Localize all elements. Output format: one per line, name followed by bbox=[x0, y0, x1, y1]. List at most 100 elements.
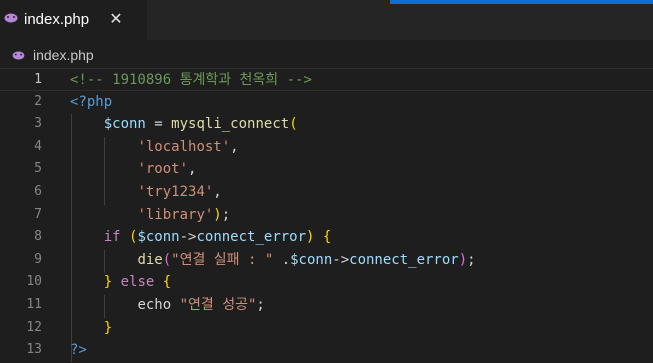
code-text: <!-- 1910896 통계학과 천옥희 --> bbox=[70, 69, 312, 92]
code-token: ) bbox=[458, 251, 468, 268]
code-line[interactable]: 5 'root', bbox=[0, 158, 653, 181]
line-number: 9 bbox=[34, 251, 42, 267]
code-token: } bbox=[103, 274, 113, 291]
code-token: <!-- 1910896 통계학과 천옥희 --> bbox=[70, 72, 312, 88]
code-token: } bbox=[103, 319, 113, 336]
code-token: echo bbox=[137, 297, 172, 313]
line-number: 11 bbox=[26, 297, 42, 312]
code-text: 'library'); bbox=[70, 204, 230, 227]
line-number: 1 bbox=[34, 72, 42, 87]
code-text: die("연결 실패 : " .$conn->connect_error); bbox=[70, 249, 476, 272]
code-token: mysqli_connect bbox=[171, 116, 290, 133]
code-line[interactable]: 12 } bbox=[0, 317, 653, 340]
code-token: 'library' bbox=[137, 206, 214, 223]
line-number: 5 bbox=[34, 161, 42, 177]
line-number: 12 bbox=[26, 319, 42, 335]
line-number: 7 bbox=[34, 206, 42, 222]
code-token: die bbox=[137, 251, 163, 268]
code-token: connect_error bbox=[196, 229, 307, 246]
line-number: 2 bbox=[34, 93, 42, 109]
tab-bar: index.php ✕ bbox=[0, 0, 653, 40]
code-line[interactable]: 9 die("연결 실패 : " .$conn->connect_error); bbox=[0, 249, 653, 272]
code-token: . bbox=[273, 251, 291, 268]
code-text: 'try1234', bbox=[70, 181, 222, 204]
code-text: ?> bbox=[70, 339, 87, 362]
code-token: , bbox=[188, 161, 197, 178]
line-number: 10 bbox=[26, 274, 42, 290]
code-token: connect_error bbox=[349, 251, 459, 268]
close-icon[interactable]: ✕ bbox=[107, 10, 125, 28]
code-token: 'root' bbox=[137, 161, 189, 178]
code-text: 'localhost', bbox=[70, 136, 239, 159]
code-line[interactable]: 4 'localhost', bbox=[0, 136, 653, 159]
code-token: = bbox=[145, 116, 172, 133]
code-text: if ($conn->connect_error) { bbox=[70, 226, 332, 249]
php-elephant-icon bbox=[4, 13, 18, 23]
code-token: $conn bbox=[137, 229, 180, 246]
code-token: <?php bbox=[70, 93, 113, 110]
code-editor[interactable]: 1 <!-- 1910896 통계학과 천옥희 --> 2 <?php 3 $conn … bbox=[0, 68, 653, 363]
code-token: ; bbox=[221, 206, 231, 223]
code-line[interactable]: 7 'library'); bbox=[0, 204, 653, 227]
code-token: ) bbox=[213, 206, 222, 223]
code-token: $conn bbox=[103, 116, 146, 133]
code-token: ( bbox=[162, 251, 172, 268]
code-token: { bbox=[322, 229, 332, 246]
window-accent-bar bbox=[390, 0, 653, 4]
tab-label: index.php bbox=[24, 11, 90, 28]
line-number: 4 bbox=[34, 138, 42, 154]
breadcrumb: index.php bbox=[0, 44, 653, 66]
code-token: , bbox=[213, 184, 222, 200]
code-text: $conn = mysqli_connect( bbox=[70, 113, 298, 136]
line-number: 13 bbox=[26, 342, 42, 358]
code-text: <?php bbox=[70, 91, 112, 114]
code-line[interactable]: 1 <!-- 1910896 통계학과 천옥희 --> bbox=[0, 68, 653, 91]
code-token: -> bbox=[179, 229, 197, 246]
code-token: , bbox=[230, 138, 239, 155]
breadcrumb-file[interactable]: index.php bbox=[33, 47, 94, 63]
code-token: ( bbox=[289, 116, 298, 133]
code-token: "연결 성공" bbox=[179, 297, 257, 313]
code-token: "연결 실패 : " bbox=[171, 251, 274, 268]
code-text: echo "연결 성공"; bbox=[70, 294, 265, 317]
code-text: } bbox=[70, 317, 112, 340]
code-token: 'try1234' bbox=[137, 184, 214, 200]
code-line[interactable]: 8 if ($conn->connect_error) { bbox=[0, 226, 653, 249]
code-token: $conn bbox=[290, 251, 333, 268]
code-token: 'localhost' bbox=[137, 138, 231, 155]
code-line[interactable]: 10 } else { bbox=[0, 271, 653, 294]
line-number: 8 bbox=[34, 229, 42, 245]
code-text: } else { bbox=[70, 271, 171, 294]
tab-index-php[interactable]: index.php ✕ bbox=[0, 0, 147, 40]
code-line[interactable]: 13 ?> bbox=[0, 339, 653, 362]
line-number: 6 bbox=[34, 184, 42, 199]
code-token: else bbox=[120, 274, 155, 291]
code-token: ?> bbox=[70, 342, 87, 359]
code-token: ; bbox=[256, 297, 265, 313]
code-line[interactable]: 2 <?php bbox=[0, 91, 653, 114]
code-text: 'root', bbox=[70, 158, 196, 181]
code-token: { bbox=[162, 274, 172, 291]
code-line[interactable]: 3 $conn = mysqli_connect( bbox=[0, 113, 653, 136]
code-token: ; bbox=[467, 251, 476, 268]
code-token: -> bbox=[332, 251, 350, 268]
line-number: 3 bbox=[34, 116, 42, 132]
code-line[interactable]: 11 echo "연결 성공"; bbox=[0, 294, 653, 317]
code-line[interactable]: 6 'try1234', bbox=[0, 181, 653, 204]
code-token: if bbox=[103, 229, 121, 246]
